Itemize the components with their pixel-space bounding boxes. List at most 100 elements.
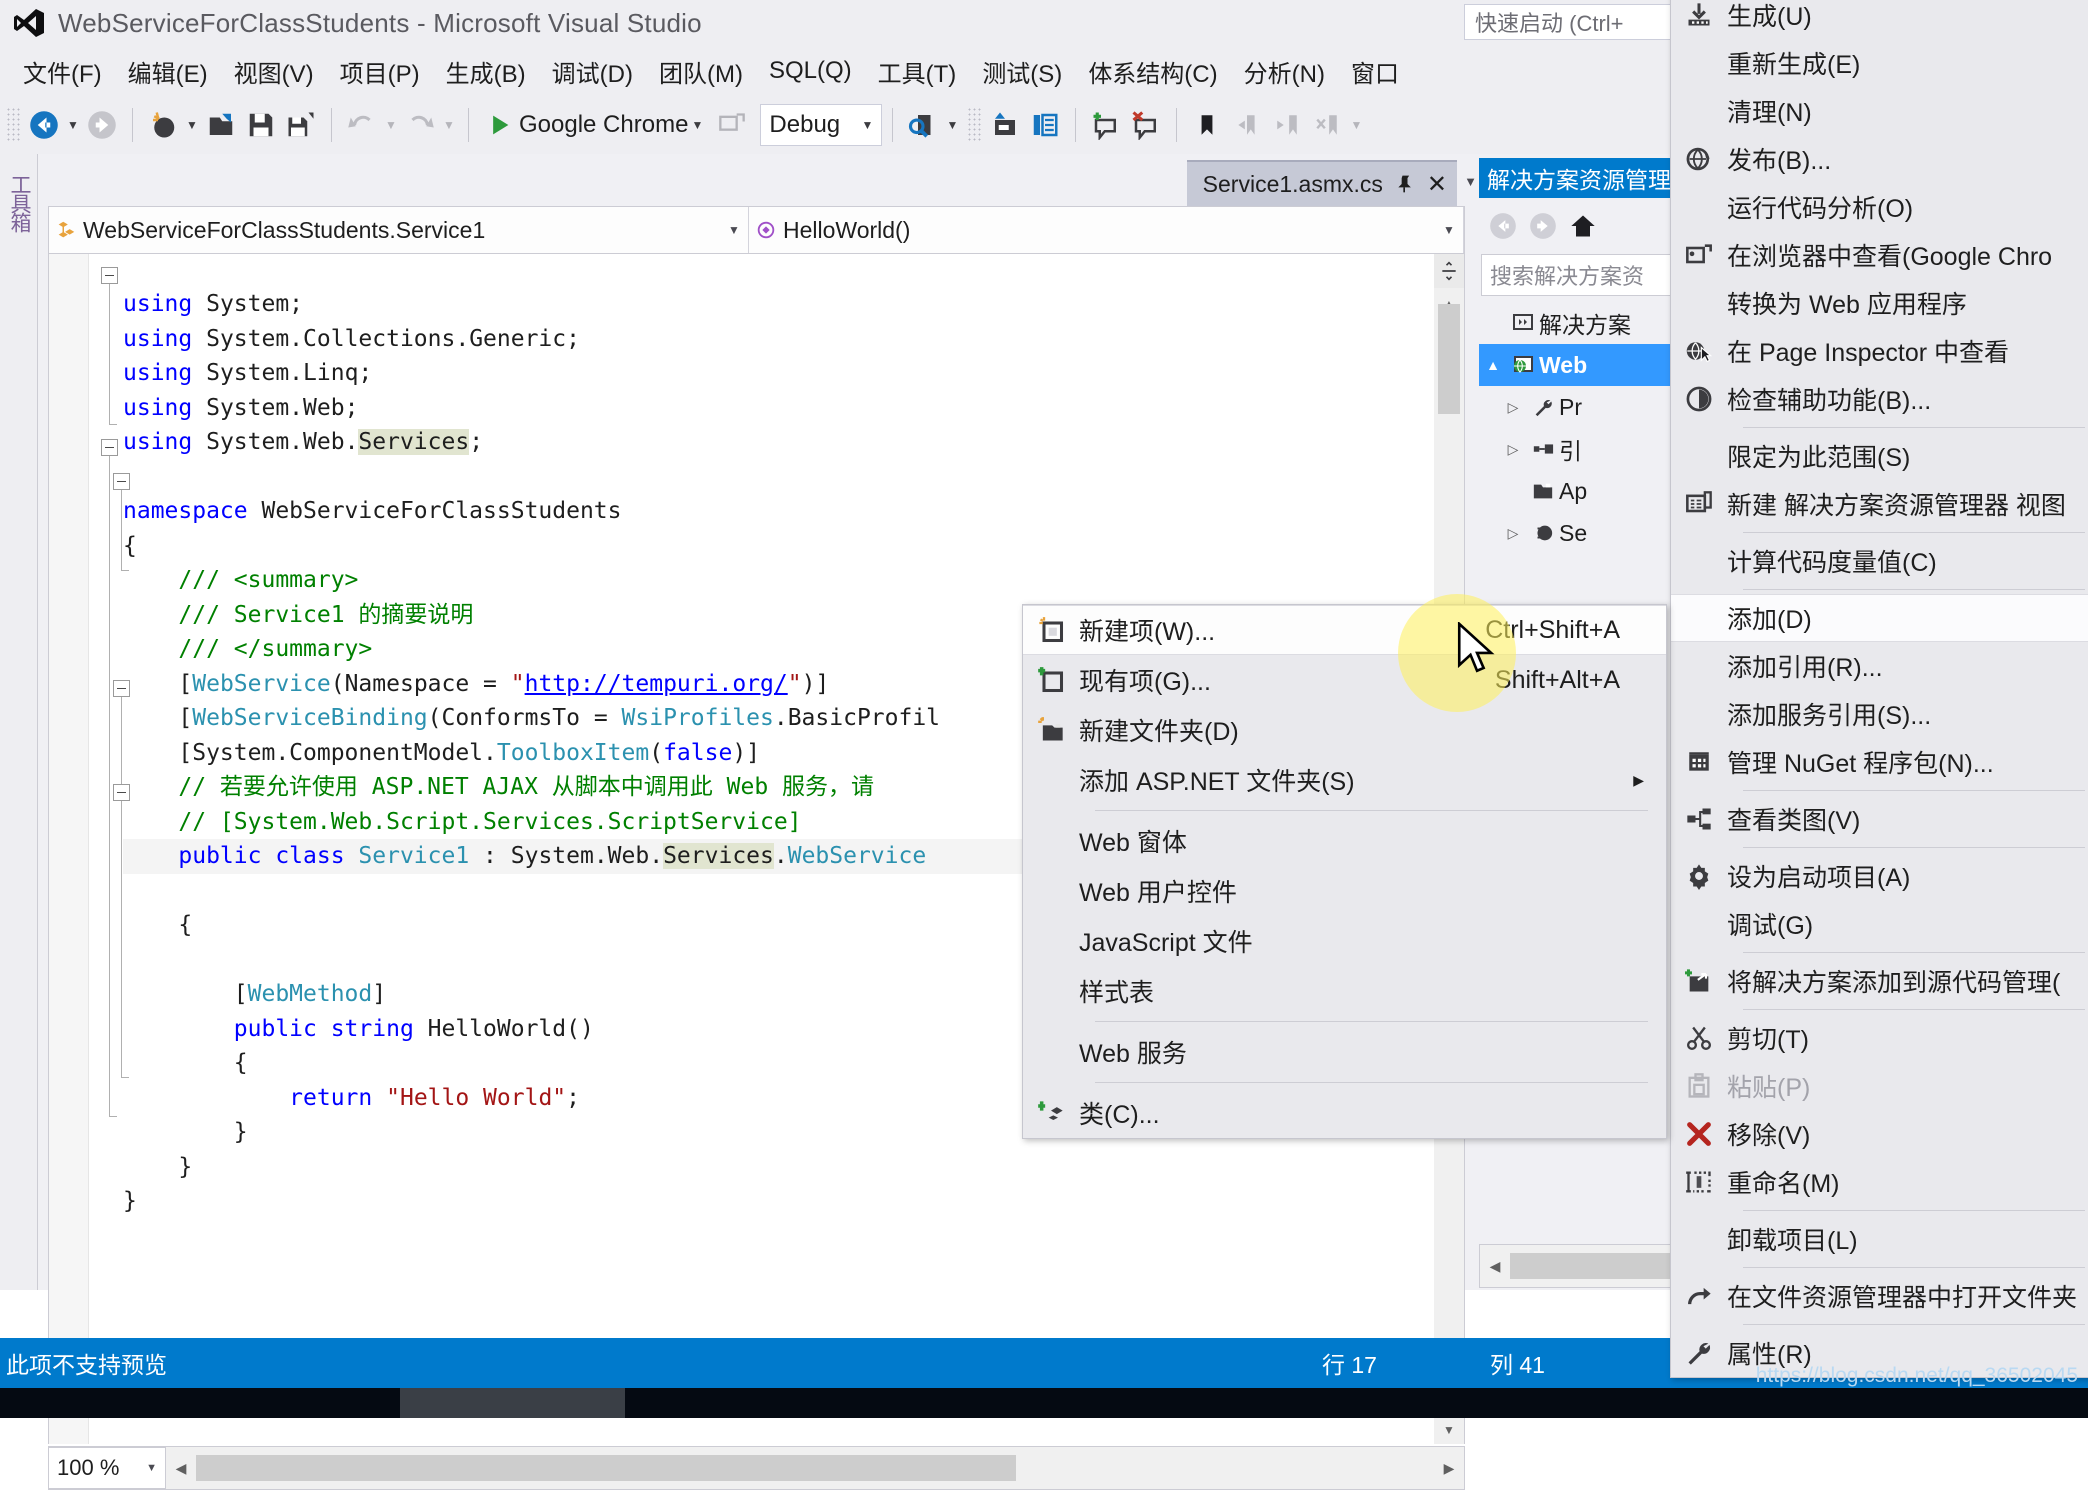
- chevron-down-icon[interactable]: ▼: [1435, 223, 1463, 237]
- menu-item-rebuild[interactable]: 重新生成(E): [1671, 39, 2088, 87]
- home-icon[interactable]: [1563, 206, 1603, 246]
- member-navigation-combo[interactable]: HelloWorld() ▼: [749, 207, 1464, 253]
- tree-item-references[interactable]: ▷ 引: [1479, 428, 1699, 470]
- document-tab-service1[interactable]: Service1.asmx.cs ✕: [1186, 160, 1457, 206]
- menu-build[interactable]: 生成(B): [433, 50, 539, 93]
- properties-window-icon[interactable]: [1025, 104, 1065, 146]
- menu-item-view-in-browser[interactable]: 在浏览器中查看(Google Chro: [1671, 231, 2088, 279]
- navigate-back-icon[interactable]: [24, 104, 64, 146]
- outlining-margin[interactable]: [89, 254, 130, 1444]
- tree-expander[interactable]: ▷: [1499, 441, 1527, 458]
- tab-list-chevron-icon[interactable]: ▼: [1464, 174, 1477, 189]
- tree-item-web-project[interactable]: ▲ Web: [1479, 344, 1699, 386]
- scroll-down-arrow-icon[interactable]: ▼: [1434, 1416, 1464, 1444]
- menu-team[interactable]: 团队(M): [646, 50, 756, 93]
- start-debugging-button[interactable]: Google Chrome ▼: [479, 104, 712, 146]
- tree-expander[interactable]: ▷: [1499, 525, 1527, 542]
- outline-collapse-usings[interactable]: [101, 267, 118, 284]
- find-icon[interactable]: [903, 104, 943, 146]
- menu-item-cut[interactable]: 剪切(T): [1671, 1014, 2088, 1062]
- menu-item-add-service-reference[interactable]: 添加服务引用(S)...: [1671, 690, 2088, 738]
- menu-item-remove[interactable]: 移除(V): [1671, 1110, 2088, 1158]
- scroll-right-arrow-icon[interactable]: ▶: [1434, 1460, 1464, 1477]
- type-navigation-combo[interactable]: WebServiceForClassStudents.Service1 ▼: [49, 207, 749, 253]
- menu-file[interactable]: 文件(F): [10, 50, 115, 93]
- save-all-icon[interactable]: [281, 104, 321, 146]
- menu-tools[interactable]: 工具(T): [865, 50, 970, 93]
- outline-collapse-namespace[interactable]: [101, 439, 118, 456]
- solution-explorer-hscroll[interactable]: ◀: [1479, 1244, 1699, 1288]
- editor-split-handle[interactable]: [1434, 254, 1464, 288]
- quick-launch-input[interactable]: 快速启动 (Ctrl+: [1464, 4, 1682, 40]
- menu-item-check-accessibility[interactable]: 检查辅助功能(B)...: [1671, 375, 2088, 423]
- menu-item-new-item[interactable]: 新建项(W)... Ctrl+Shift+A: [1023, 605, 1666, 655]
- horizontal-scroll-thumb[interactable]: [196, 1455, 1016, 1481]
- menu-view[interactable]: 视图(V): [221, 50, 327, 93]
- toolbar-grip[interactable]: [6, 107, 20, 143]
- tree-item-properties[interactable]: ▷ Pr: [1479, 386, 1699, 428]
- uncomment-icon[interactable]: [1126, 104, 1166, 146]
- menu-debug[interactable]: 调试(D): [539, 50, 646, 93]
- menu-item-add-aspnet-folder[interactable]: 添加 ASP.NET 文件夹(S) ▶: [1023, 755, 1666, 805]
- menu-item-add[interactable]: 添加(D): [1671, 594, 2088, 642]
- scroll-left-arrow-icon[interactable]: ◀: [166, 1460, 196, 1477]
- new-project-icon[interactable]: [143, 104, 183, 146]
- menu-item-add-reference[interactable]: 添加引用(R)...: [1671, 642, 2088, 690]
- menu-item-class[interactable]: 类(C)...: [1023, 1088, 1666, 1138]
- vertical-scroll-thumb[interactable]: [1438, 304, 1460, 414]
- editor-horizontal-scrollbar[interactable]: [196, 1455, 1434, 1481]
- menu-item-publish[interactable]: 发布(B)...: [1671, 135, 2088, 183]
- solution-configuration-combo[interactable]: Debug ▼: [760, 104, 883, 146]
- menu-item-scope-to-this[interactable]: 限定为此范围(S): [1671, 432, 2088, 480]
- menu-item-web-service[interactable]: Web 服务: [1023, 1027, 1666, 1077]
- menu-item-web-form[interactable]: Web 窗体: [1023, 816, 1666, 866]
- solution-explorer-search-input[interactable]: 搜索解决方案资: [1481, 254, 1697, 296]
- comment-icon[interactable]: [1086, 104, 1126, 146]
- menu-item-set-as-startup-project[interactable]: 设为启动项目(A): [1671, 852, 2088, 900]
- menu-edit[interactable]: 编辑(E): [115, 50, 221, 93]
- open-file-icon[interactable]: [201, 104, 241, 146]
- menu-item-style-sheet[interactable]: 样式表: [1023, 966, 1666, 1016]
- pin-icon[interactable]: [1395, 173, 1415, 195]
- run-target-caret[interactable]: ▼: [688, 104, 706, 146]
- scroll-left-arrow-icon[interactable]: ◀: [1480, 1258, 1510, 1275]
- tree-item-app-data[interactable]: Ap: [1479, 470, 1699, 512]
- menu-item-javascript-file[interactable]: JavaScript 文件: [1023, 916, 1666, 966]
- tree-expander[interactable]: ▲: [1479, 357, 1507, 373]
- toolbox-tab[interactable]: 工具箱: [4, 174, 34, 334]
- menu-architecture[interactable]: 体系结构(C): [1075, 50, 1230, 93]
- menu-item-calculate-code-metrics[interactable]: 计算代码度量值(C): [1671, 537, 2088, 585]
- menu-analyze[interactable]: 分析(N): [1231, 50, 1338, 93]
- navigate-back-caret[interactable]: ▼: [64, 104, 82, 146]
- close-icon[interactable]: ✕: [1427, 170, 1447, 199]
- tree-expander[interactable]: ▷: [1499, 399, 1527, 416]
- find-caret[interactable]: ▼: [943, 104, 961, 146]
- menu-item-open-folder-in-file-explorer[interactable]: 在文件资源管理器中打开文件夹: [1671, 1272, 2088, 1320]
- chevron-down-icon[interactable]: ▼: [720, 223, 748, 237]
- new-project-caret[interactable]: ▼: [183, 104, 201, 146]
- toolbar-grip[interactable]: [967, 107, 982, 143]
- tree-item-solution[interactable]: 解决方案: [1479, 302, 1699, 344]
- menu-item-manage-nuget-packages[interactable]: 管理 NuGet 程序包(N)...: [1671, 738, 2088, 786]
- taskbar-item[interactable]: [400, 1388, 625, 1418]
- menu-item-web-user-control[interactable]: Web 用户控件: [1023, 866, 1666, 916]
- menu-item-build[interactable]: 生成(U): [1671, 0, 2088, 39]
- menu-item-existing-item[interactable]: 现有项(G)... Shift+Alt+A: [1023, 655, 1666, 705]
- menu-window[interactable]: 窗口: [1338, 50, 1412, 93]
- menu-item-add-solution-to-source-control[interactable]: 将解决方案添加到源代码管理(: [1671, 957, 2088, 1005]
- solution-explorer-icon[interactable]: [985, 104, 1025, 146]
- menu-item-new-folder[interactable]: 新建文件夹(D): [1023, 705, 1666, 755]
- menu-item-debug[interactable]: 调试(G): [1671, 900, 2088, 948]
- menu-project[interactable]: 项目(P): [327, 50, 433, 93]
- tree-item-service1[interactable]: ▷ Se: [1479, 512, 1699, 554]
- menu-sql[interactable]: SQL(Q): [756, 53, 865, 89]
- menu-item-convert-to-web-application[interactable]: 转换为 Web 应用程序: [1671, 279, 2088, 327]
- menu-item-run-code-analysis[interactable]: 运行代码分析(O): [1671, 183, 2088, 231]
- bookmark-icon[interactable]: [1187, 104, 1227, 146]
- menu-item-view-class-diagram[interactable]: 查看类图(V): [1671, 795, 2088, 843]
- menu-item-clean[interactable]: 清理(N): [1671, 87, 2088, 135]
- menu-item-rename[interactable]: 重命名(M): [1671, 1158, 2088, 1206]
- menu-item-new-solution-explorer-view[interactable]: 新建 解决方案资源管理器 视图: [1671, 480, 2088, 528]
- zoom-level-combo[interactable]: 100 % ▼: [48, 1447, 166, 1489]
- menu-item-view-in-page-inspector[interactable]: 在 Page Inspector 中查看: [1671, 327, 2088, 375]
